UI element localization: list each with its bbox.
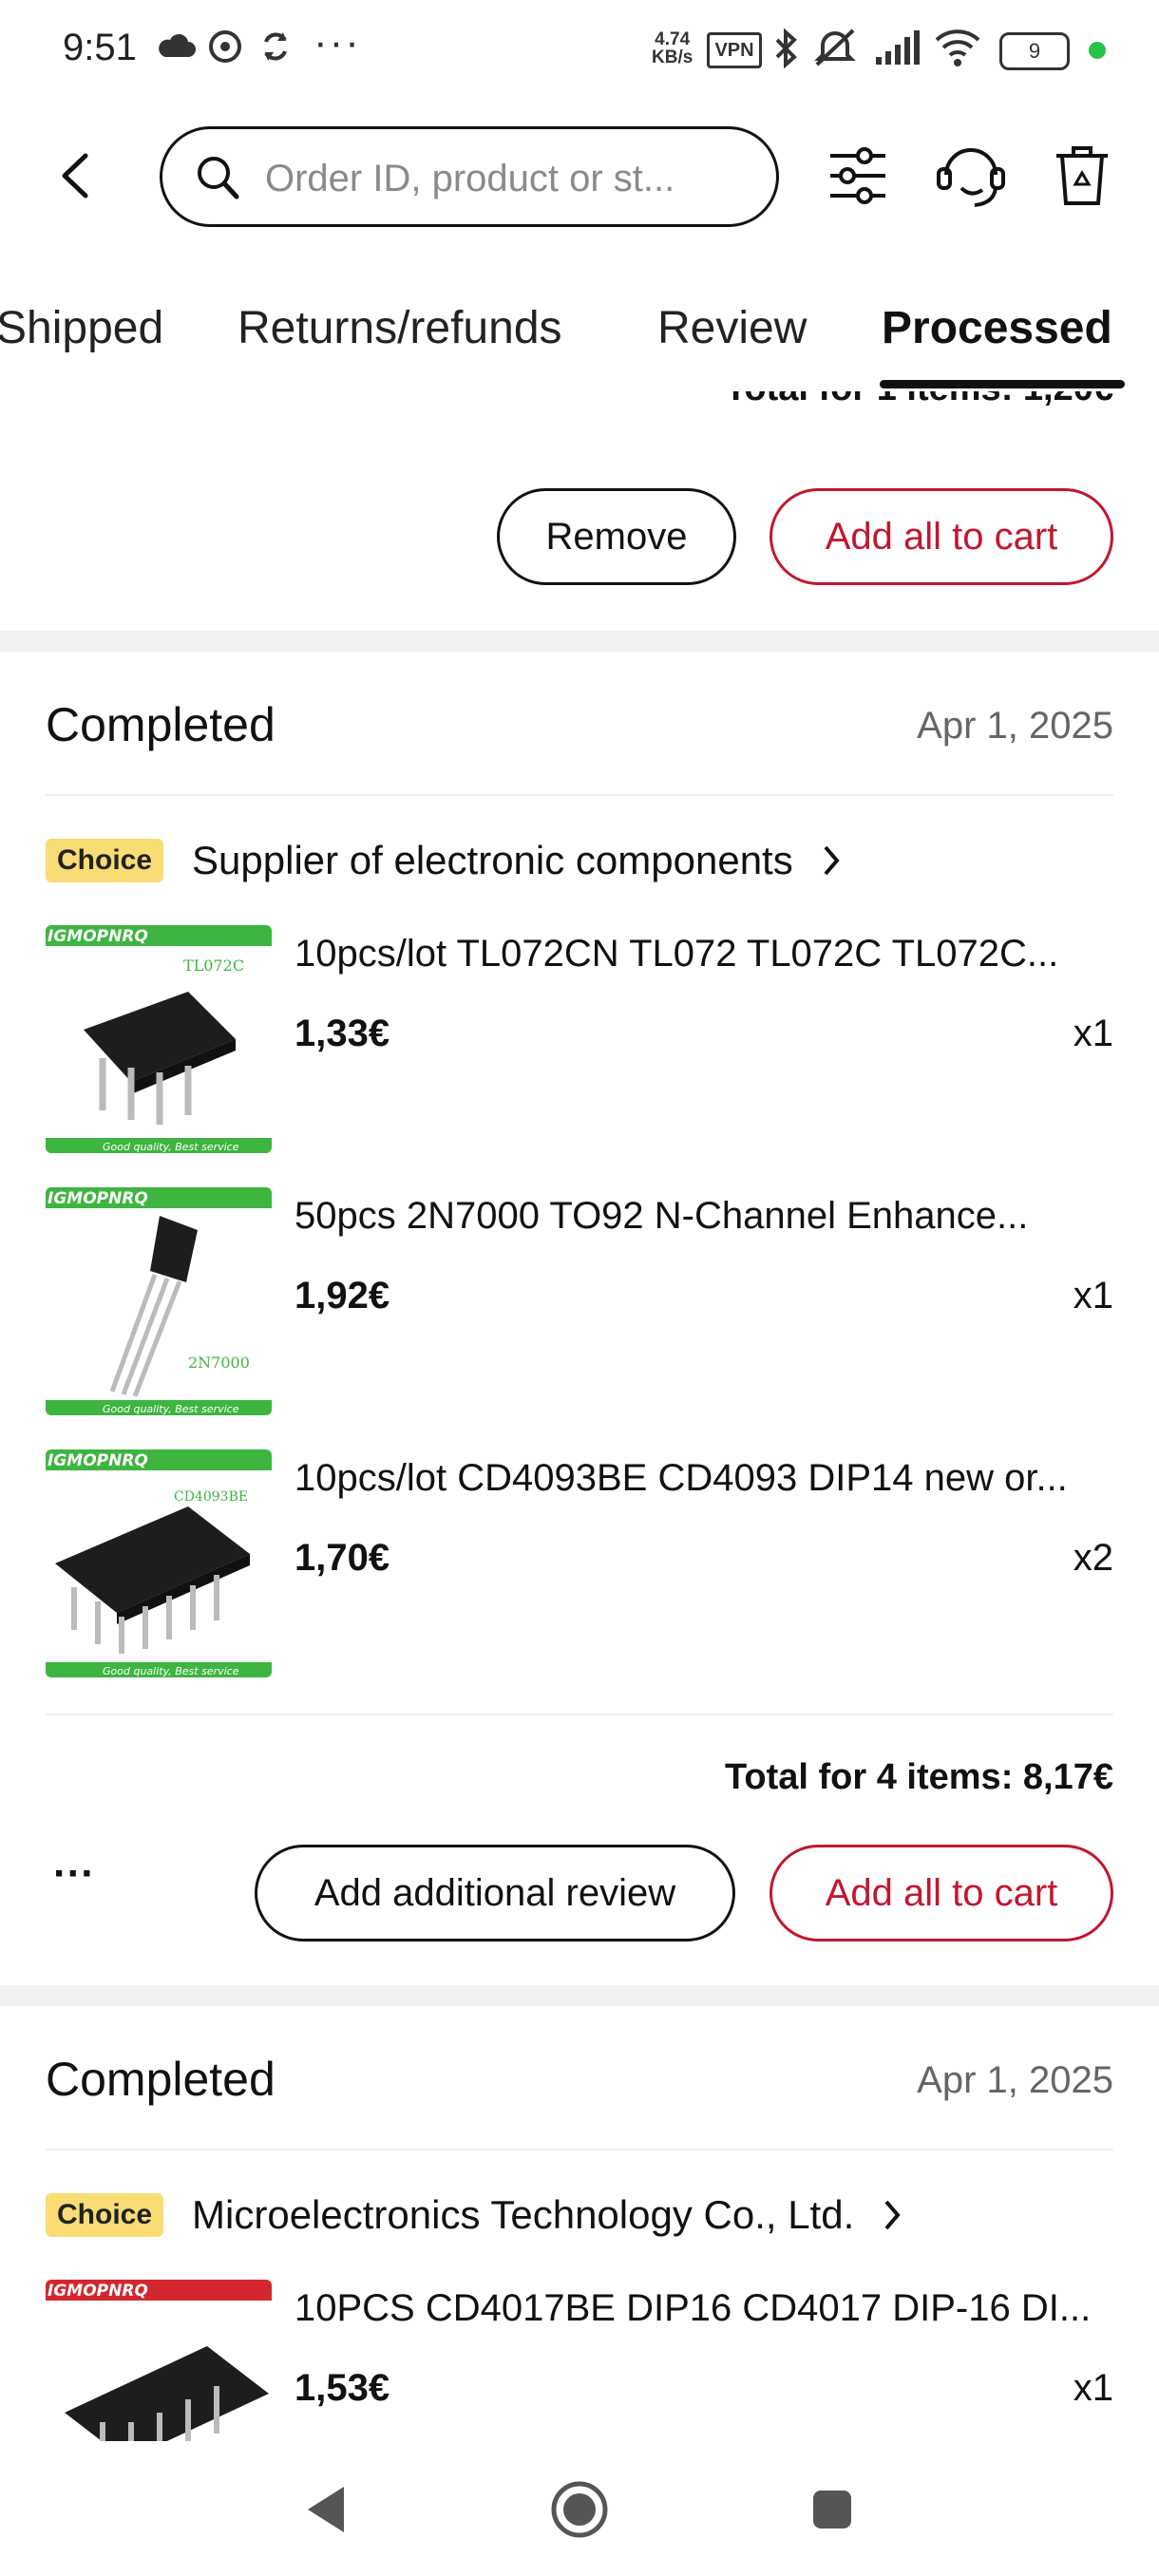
nav-home-icon[interactable] (549, 2479, 610, 2540)
product-quantity: x1 (1073, 2367, 1113, 2409)
svg-text:Good quality, Best service: Good quality, Best service (103, 1141, 239, 1153)
more-notifications-icon: ··· (314, 19, 361, 66)
filter-icon[interactable] (826, 144, 889, 207)
product-item[interactable]: IGMOPNRQ CD4093BE Good quality, Best ser… (46, 1449, 1113, 1681)
chevron-right-icon (884, 2200, 901, 2230)
product-price: 1,33€ (294, 1013, 390, 1054)
product-quantity: x1 (1073, 1275, 1113, 1316)
status-time: 9:51 (63, 27, 137, 68)
product-thumbnail[interactable]: IGMOPNRQ 2N7000 Good quality, Best servi… (46, 1187, 272, 1415)
product-thumbnail[interactable]: IGMOPNRQ (46, 2280, 272, 2441)
svg-text:CD4093BE: CD4093BE (174, 1489, 248, 1505)
choice-badge: Choice (46, 2193, 164, 2237)
order-card[interactable]: Completed Apr 1, 2025 Choice Supplier of… (0, 652, 1159, 1985)
svg-text:Good quality, Best service: Good quality, Best service (103, 1665, 239, 1677)
svg-text:TL072C: TL072C (183, 957, 244, 975)
product-item[interactable]: IGMOPNRQ TL072C Good quality, Best servi… (46, 925, 1113, 1157)
product-item[interactable]: IGMOPNRQ 10PCS CD4017BE DIP16 CD4017 DIP… (46, 2280, 1113, 2441)
store-name[interactable]: Microelectronics Technology Co., Ltd. (192, 2192, 854, 2238)
product-name[interactable]: 50pcs 2N7000 TO92 N-Channel Enhance... (294, 1195, 1028, 1238)
divider (46, 2149, 1113, 2150)
vpn-badge: VPN (707, 32, 762, 68)
order-tabs: Shipped Returns/refunds Review Processed (0, 285, 1159, 391)
choice-badge: Choice (46, 839, 164, 882)
tab-review[interactable]: Review (657, 302, 807, 354)
svg-text:IGMOPNRQ: IGMOPNRQ (48, 927, 148, 946)
system-navigation-bar (0, 2441, 1159, 2576)
app-sync-icon (209, 30, 241, 63)
network-speed: 4.74 KB/s (652, 29, 694, 67)
add-all-to-cart-button[interactable]: Add all to cart (770, 488, 1113, 585)
product-quantity: x1 (1073, 1013, 1113, 1054)
back-arrow-icon[interactable] (57, 152, 95, 199)
order-status: Completed (46, 698, 276, 751)
product-price: 1,53€ (294, 2367, 390, 2409)
refresh-icon (264, 32, 287, 61)
svg-text:Good quality, Best service: Good quality, Best service (103, 1403, 239, 1415)
signal-icon (876, 30, 920, 65)
product-item[interactable]: IGMOPNRQ 2N7000 Good quality, Best servi… (46, 1187, 1113, 1419)
svg-text:IGMOPNRQ: IGMOPNRQ (48, 2282, 148, 2301)
2n7000-transistor-image: IGMOPNRQ 2N7000 Good quality, Best servi… (46, 1187, 272, 1415)
search-icon (198, 157, 239, 199)
divider (46, 1714, 1113, 1715)
chevron-right-icon (824, 845, 840, 876)
add-all-to-cart-button[interactable]: Add all to cart (770, 1845, 1113, 1941)
section-separator (0, 1985, 1159, 2006)
order-status: Completed (46, 2053, 276, 2106)
tab-returns-refunds[interactable]: Returns/refunds (238, 302, 562, 354)
section-separator (0, 631, 1159, 652)
cd4017-chip-image: IGMOPNRQ (46, 2280, 272, 2441)
product-price: 1,70€ (294, 1537, 390, 1579)
wifi-icon (935, 29, 980, 66)
product-name[interactable]: 10pcs/lot TL072CN TL072 TL072C TL072C... (294, 933, 1058, 975)
order-total: Total for 4 items: 8,17€ (725, 1757, 1113, 1797)
bluetooth-icon (775, 28, 797, 68)
order-date: Apr 1, 2025 (917, 2059, 1113, 2101)
add-additional-review-button[interactable]: Add additional review (255, 1845, 735, 1941)
tab-processed[interactable]: Processed (882, 302, 1112, 354)
active-tab-indicator (880, 380, 1125, 388)
search-input[interactable]: Order ID, product or st... (265, 158, 674, 200)
battery-icon: 9 (999, 32, 1070, 70)
svg-text:IGMOPNRQ: IGMOPNRQ (48, 1189, 148, 1208)
nav-recents-icon[interactable] (809, 2487, 855, 2532)
nav-back-icon[interactable] (302, 2483, 350, 2536)
svg-text:2N7000: 2N7000 (188, 1354, 250, 1372)
search-bar[interactable]: Order ID, product or st... (160, 126, 779, 227)
store-name[interactable]: Supplier of electronic components (192, 838, 793, 883)
remove-button[interactable]: Remove (497, 488, 736, 585)
tl072-chip-image: IGMOPNRQ TL072C Good quality, Best servi… (46, 925, 272, 1153)
more-options-icon[interactable]: ··· (53, 1850, 95, 1898)
product-price: 1,92€ (294, 1275, 390, 1316)
store-row[interactable]: Choice Microelectronics Technology Co., … (46, 2192, 903, 2238)
tab-shipped[interactable]: Shipped (0, 302, 163, 354)
store-row[interactable]: Choice Supplier of electronic components (46, 838, 843, 883)
product-thumbnail[interactable]: IGMOPNRQ TL072C Good quality, Best servi… (46, 925, 272, 1153)
cd4093-chip-image: IGMOPNRQ CD4093BE Good quality, Best ser… (46, 1449, 272, 1677)
previous-order-total: Total for 1 items: 1,20€ (725, 391, 1113, 409)
product-thumbnail[interactable]: IGMOPNRQ CD4093BE Good quality, Best ser… (46, 1449, 272, 1677)
order-card[interactable]: Completed Apr 1, 2025 Choice Microelectr… (0, 2006, 1159, 2441)
order-date: Apr 1, 2025 (917, 705, 1113, 747)
delete-trash-icon[interactable] (1053, 142, 1112, 209)
product-name[interactable]: 10pcs/lot CD4093BE CD4093 DIP14 new or..… (294, 1457, 1068, 1500)
mute-icon (814, 28, 856, 66)
product-name[interactable]: 10PCS CD4017BE DIP16 CD4017 DIP-16 DI... (294, 2287, 1091, 2330)
privacy-indicator-dot (1089, 42, 1106, 59)
status-bar: 9:51 ··· 4.74 KB/s VPN 9 (0, 0, 1159, 104)
previous-order-card: Total for 1 items: 1,20€ Remove Add all … (0, 391, 1159, 631)
product-quantity: x2 (1073, 1537, 1113, 1579)
divider (46, 794, 1113, 796)
customer-service-icon[interactable] (933, 139, 1009, 211)
cloud-icon (159, 33, 196, 57)
svg-text:IGMOPNRQ: IGMOPNRQ (48, 1451, 148, 1470)
